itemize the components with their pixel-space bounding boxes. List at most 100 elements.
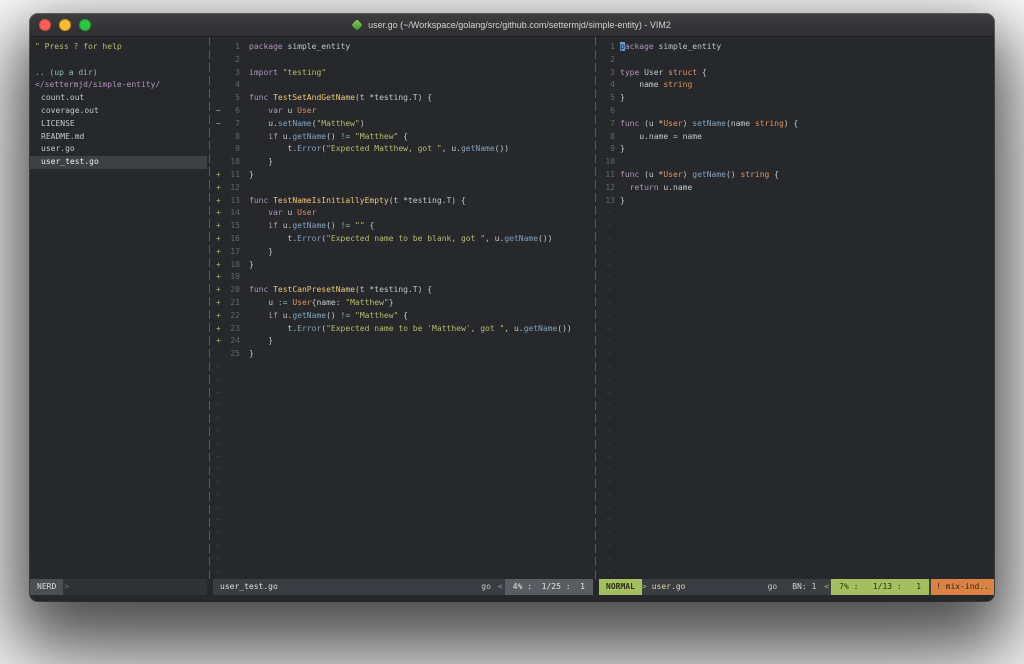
line-number: 11 <box>225 169 240 182</box>
empty-line-tilde: ~ <box>603 335 611 348</box>
empty-line-tilde: ~ <box>603 246 611 259</box>
code-text: if u.getName() != "" { <box>240 220 374 233</box>
code-line[interactable]: +24 } <box>213 335 593 348</box>
code-line[interactable]: 1package simple_entity <box>603 41 994 54</box>
code-line[interactable]: 13} <box>603 195 994 208</box>
empty-line-tilde: ~ <box>213 387 221 400</box>
tree-item-readme-md[interactable]: README.md <box>30 131 207 144</box>
sign-column <box>213 67 225 80</box>
code-line[interactable]: 12 return u.name <box>603 182 994 195</box>
vim-terminal-window: user.go (~/Workspace/golang/src/github.c… <box>30 14 994 601</box>
code-text: package simple_entity <box>240 41 350 54</box>
empty-line-tilde: ~ <box>603 233 611 246</box>
empty-line-tilde: ~ <box>213 476 221 489</box>
code-line[interactable]: +12 <box>213 182 593 195</box>
minimize-button[interactable] <box>59 19 71 31</box>
code-text: var u User <box>240 207 316 220</box>
code-line[interactable]: +23 t.Error("Expected name to be 'Matthe… <box>213 323 593 336</box>
code-text <box>240 79 249 92</box>
empty-line-tilde: ~ <box>603 259 611 272</box>
command-line[interactable] <box>30 595 994 601</box>
tree-item-user-go[interactable]: user.go <box>30 143 207 156</box>
empty-line-tilde: ~ <box>213 438 221 451</box>
titlebar[interactable]: user.go (~/Workspace/golang/src/github.c… <box>30 14 994 37</box>
code-line[interactable]: +20func TestCanPresetName(t *testing.T) … <box>213 284 593 297</box>
code-text: u.name = name <box>615 131 702 144</box>
code-line[interactable]: 8 if u.getName() != "Matthew" { <box>213 131 593 144</box>
line-number: 13 <box>225 195 240 208</box>
line-number: 5 <box>603 92 615 105</box>
code-line[interactable]: 5} <box>603 92 994 105</box>
code-line[interactable]: ~6 var u User <box>213 105 593 118</box>
tree-item-coverage-out[interactable]: coverage.out <box>30 105 207 118</box>
code-line[interactable]: ~7 u.setName("Matthew") <box>213 118 593 131</box>
powerline-separator-icon: < <box>824 581 831 594</box>
code-line[interactable]: 9} <box>603 143 994 156</box>
code-line[interactable]: 6 <box>603 105 994 118</box>
sign-column <box>213 92 225 105</box>
empty-line-tilde: ~ <box>603 566 611 579</box>
sign-column <box>213 156 225 169</box>
code-line[interactable]: 4 name string <box>603 79 994 92</box>
tree-item-user-test-go[interactable]: user_test.go <box>30 156 207 169</box>
code-line[interactable]: 2 <box>603 54 994 67</box>
line-number: 13 <box>603 195 615 208</box>
line-number: 7 <box>225 118 240 131</box>
sign-column <box>213 131 225 144</box>
code-line[interactable]: +17 } <box>213 246 593 259</box>
empty-line-tilde: ~ <box>213 374 221 387</box>
code-text: } <box>240 335 273 348</box>
vim-document-icon <box>351 19 362 30</box>
code-line[interactable]: 9 t.Error("Expected Matthew, got ", u.ge… <box>213 143 593 156</box>
code-line[interactable]: 5func TestSetAndGetName(t *testing.T) { <box>213 92 593 105</box>
empty-line-tilde: ~ <box>603 502 611 515</box>
code-text: t.Error("Expected name to be blank, got … <box>240 233 552 246</box>
code-line[interactable]: 10 <box>603 156 994 169</box>
code-text: import "testing" <box>240 67 326 80</box>
gitgutter-modified-sign: ~ <box>213 105 225 118</box>
code-line[interactable]: 2 <box>213 54 593 67</box>
empty-line-tilde: ~ <box>213 489 221 502</box>
code-line[interactable]: 25} <box>213 348 593 361</box>
line-number: 6 <box>603 105 615 118</box>
nerdtree-pane: " Press ? for help .. (up a dir) </sette… <box>30 37 207 579</box>
line-number: 10 <box>225 156 240 169</box>
code-line[interactable]: +15 if u.getName() != "" { <box>213 220 593 233</box>
code-line[interactable]: +19 <box>213 271 593 284</box>
gitgutter-added-sign: + <box>213 323 225 336</box>
empty-line-tilde: ~ <box>603 297 611 310</box>
code-text <box>240 54 249 67</box>
code-line[interactable]: +16 t.Error("Expected name to be blank, … <box>213 233 593 246</box>
code-line[interactable]: 7func (u *User) setName(name string) { <box>603 118 994 131</box>
zoom-button[interactable] <box>79 19 91 31</box>
code-line[interactable]: 3type User struct { <box>603 67 994 80</box>
empty-line-tilde: ~ <box>603 527 611 540</box>
code-line[interactable]: +21 u := User{name: "Matthew"} <box>213 297 593 310</box>
close-button[interactable] <box>39 19 51 31</box>
tree-item-count-out[interactable]: count.out <box>30 92 207 105</box>
code-line[interactable]: +18} <box>213 259 593 272</box>
statusline-filename: user_test.go <box>213 581 278 594</box>
code-line[interactable]: 11func (u *User) getName() string { <box>603 169 994 182</box>
code-text: package simple_entity <box>615 41 721 54</box>
nerdtree-up-dir[interactable]: .. (up a dir) <box>30 67 207 80</box>
code-line[interactable]: +22 if u.getName() != "Matthew" { <box>213 310 593 323</box>
code-text: } <box>240 259 254 272</box>
tree-item-license[interactable]: LICENSE <box>30 118 207 131</box>
gitgutter-added-sign: + <box>213 182 225 195</box>
code-text: } <box>615 143 625 156</box>
code-line[interactable]: 8 u.name = name <box>603 131 994 144</box>
code-line[interactable]: +13func TestNameIsInitiallyEmpty(t *test… <box>213 195 593 208</box>
code-line[interactable]: 4 <box>213 79 593 92</box>
code-line[interactable]: +14 var u User <box>213 207 593 220</box>
code-line[interactable]: +11} <box>213 169 593 182</box>
line-number: 22 <box>225 310 240 323</box>
code-line[interactable]: 10 } <box>213 156 593 169</box>
code-line[interactable]: 1package simple_entity <box>213 41 593 54</box>
empty-line-tilde: ~ <box>603 323 611 336</box>
empty-line-tilde: ~ <box>603 489 611 502</box>
code-line[interactable]: 3import "testing" <box>213 67 593 80</box>
code-text: } <box>240 348 254 361</box>
nerdtree-root-path[interactable]: </settermjd/simple-entity/ <box>30 79 207 92</box>
gitgutter-added-sign: + <box>213 310 225 323</box>
